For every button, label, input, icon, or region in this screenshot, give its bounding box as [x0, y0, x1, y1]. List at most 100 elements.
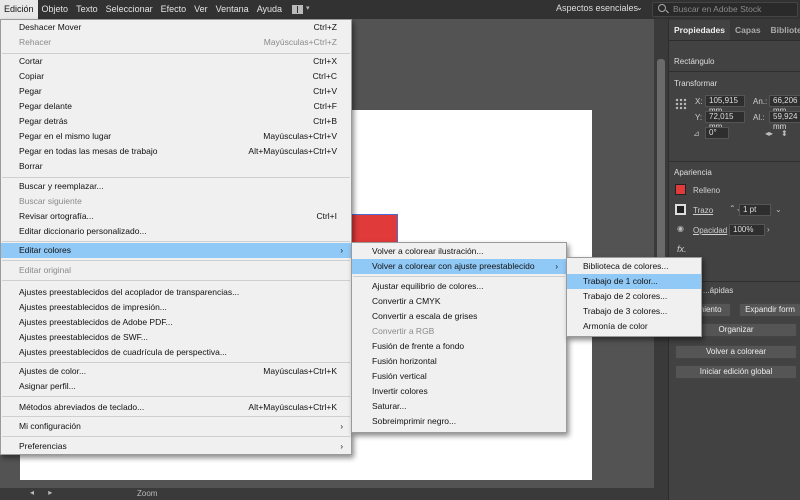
- menu-item-preferences[interactable]: Preferencias ›: [1, 439, 351, 454]
- menu-item-convert-grayscale[interactable]: Convertir a escala de grises: [352, 309, 566, 324]
- tab-capas[interactable]: Capas: [730, 20, 766, 40]
- menu-item-copy[interactable]: Copiar Ctrl+C: [1, 69, 351, 84]
- start-global-edit-button[interactable]: Iniciar edición global: [675, 365, 797, 379]
- menu-item-assign-profile[interactable]: Asignar perfil...: [1, 379, 351, 394]
- opacity-field[interactable]: 100%: [729, 224, 765, 236]
- menu-item-overprint-black[interactable]: Sobreimprimir negro...: [352, 414, 566, 429]
- menu-item-edit-original[interactable]: Editar original: [1, 263, 351, 278]
- menu-ventana[interactable]: Ventana: [212, 0, 253, 19]
- width-field[interactable]: 66,206 mm: [769, 95, 800, 115]
- x-field[interactable]: 105,915 mm: [705, 95, 745, 115]
- fill-swatch[interactable]: [675, 184, 686, 195]
- menu-item-color-harmony[interactable]: Armonía de color: [567, 319, 701, 334]
- menu-item-color-settings[interactable]: Ajustes de color... Mayúsculas+Ctrl+K: [1, 364, 351, 379]
- menu-item-paste-all-artboards[interactable]: Pegar en todas las mesas de trabajo Alt+M…: [1, 144, 351, 159]
- menu-item-blend-horizontal[interactable]: Fusión horizontal: [352, 354, 566, 369]
- menu-item-find-next[interactable]: Buscar siguiente: [1, 194, 351, 209]
- search-placeholder: Buscar en Adobe Stock: [673, 4, 762, 14]
- recolor-button[interactable]: Volver a colorear: [675, 345, 797, 359]
- search-icon: [658, 4, 666, 12]
- menu-item-blend-front-back[interactable]: Fusión de frente a fondo: [352, 339, 566, 354]
- paste-front-shortcut: Ctrl+F: [313, 101, 337, 111]
- menu-item-paste[interactable]: Pegar Ctrl+V: [1, 84, 351, 99]
- chevron-down-icon[interactable]: ⌄: [775, 205, 782, 214]
- menu-separator: [2, 416, 350, 417]
- vertical-scrollbar[interactable]: [654, 19, 668, 490]
- expand-shape-button[interactable]: Expandir form: [739, 303, 800, 317]
- pdf-presets-label: Ajustes preestablecidos de Adobe PDF...: [19, 317, 173, 327]
- zoom-label: Zoom: [137, 489, 158, 498]
- menu-item-convert-rgb[interactable]: Convertir a RGB: [352, 324, 566, 339]
- paste-all-artboards-label: Pegar en todas las mesas de trabajo: [19, 146, 158, 156]
- edit-dictionary-label: Editar diccionario personalizado...: [19, 226, 147, 236]
- menu-item-transparency-presets[interactable]: Ajustes preestablecidos del acoplador de…: [1, 285, 351, 300]
- menu-item-color-library[interactable]: Biblioteca de colores...: [567, 259, 701, 274]
- menu-texto[interactable]: Texto: [72, 0, 102, 19]
- angle-icon: ⊿: [693, 129, 700, 138]
- menu-item-2-color-job[interactable]: Trabajo de 2 colores...: [567, 289, 701, 304]
- menu-item-adjust-color-balance[interactable]: Ajustar equilibrio de colores...: [352, 279, 566, 294]
- menu-ver[interactable]: Ver: [190, 0, 212, 19]
- arrange-documents-icon[interactable]: ▾: [292, 4, 312, 16]
- chevron-right-icon[interactable]: ›: [767, 225, 770, 234]
- menu-item-1-color-job[interactable]: Trabajo de 1 color...: [567, 274, 701, 289]
- menu-item-recolor-with-preset[interactable]: Volver a colorear con ajuste preestablec…: [352, 259, 566, 274]
- scrollbar-thumb[interactable]: [657, 59, 665, 279]
- menu-item-my-settings[interactable]: Mi configuración ›: [1, 419, 351, 434]
- menu-item-saturate[interactable]: Saturar...: [352, 399, 566, 414]
- menu-item-blend-vertical[interactable]: Fusión vertical: [352, 369, 566, 384]
- menu-item-perspective-presets[interactable]: Ajustes preestablecidos de cuadrícula de…: [1, 345, 351, 360]
- menu-item-3-color-job[interactable]: Trabajo de 3 colores...: [567, 304, 701, 319]
- menu-separator: [2, 260, 350, 261]
- height-field[interactable]: 59,924 mm: [769, 111, 800, 131]
- tab-propiedades[interactable]: Propiedades: [669, 20, 731, 40]
- menu-item-edit-dictionary[interactable]: Editar diccionario personalizado...: [1, 224, 351, 239]
- stroke-swatch[interactable]: [675, 204, 686, 215]
- menu-edicion[interactable]: Edición: [0, 0, 38, 19]
- menu-item-paste-in-place[interactable]: Pegar en el mismo lugar Mayúsculas+Ctrl+V: [1, 129, 351, 144]
- menu-item-print-presets[interactable]: Ajustes preestablecidos de impresión...: [1, 300, 351, 315]
- tab-bibliotecas[interactable]: Bibliotecas: [766, 20, 800, 40]
- menu-item-clear[interactable]: Borrar: [1, 159, 351, 174]
- menu-item-spelling[interactable]: Revisar ortografía... Ctrl+I: [1, 209, 351, 224]
- recolor-with-preset-label: Volver a colorear con ajuste preestablec…: [372, 261, 535, 271]
- stock-search-input[interactable]: Buscar en Adobe Stock: [652, 2, 798, 17]
- flip-horizontal-icon[interactable]: ◂▸: [765, 129, 773, 138]
- fx-icon[interactable]: fx.: [677, 244, 687, 254]
- menu-item-paste-front[interactable]: Pegar delante Ctrl+F: [1, 99, 351, 114]
- paste-label: Pegar: [19, 86, 42, 96]
- find-next-label: Buscar siguiente: [19, 196, 82, 206]
- menu-item-convert-cmyk[interactable]: Convertir a CMYK: [352, 294, 566, 309]
- angle-field[interactable]: 0°: [705, 127, 729, 139]
- menu-objeto[interactable]: Objeto: [38, 0, 73, 19]
- spelling-shortcut: Ctrl+I: [316, 211, 337, 221]
- workspace-switcher[interactable]: Aspectos esenciales ⌄: [556, 3, 643, 13]
- object-type-label: Rectángulo: [674, 57, 715, 66]
- stroke-weight-field[interactable]: 1 pt: [739, 204, 771, 216]
- reference-point-icon[interactable]: [675, 98, 687, 110]
- menu-item-invert-colors[interactable]: Invertir colores: [352, 384, 566, 399]
- menu-seleccionar[interactable]: Seleccionar: [102, 0, 157, 19]
- menu-item-cut[interactable]: Cortar Ctrl+X: [1, 54, 351, 69]
- menu-item-find-replace[interactable]: Buscar y reemplazar...: [1, 179, 351, 194]
- menu-ayuda[interactable]: Ayuda: [253, 0, 286, 19]
- flip-vertical-icon[interactable]: ⬍: [781, 129, 788, 138]
- swf-presets-label: Ajustes preestablecidos de SWF...: [19, 332, 148, 342]
- menu-item-redo[interactable]: Rehacer Mayúsculas+Ctrl+Z: [1, 35, 351, 50]
- menu-item-paste-back[interactable]: Pegar detrás Ctrl+B: [1, 114, 351, 129]
- opacity-label[interactable]: Opacidad: [693, 226, 727, 235]
- menu-item-pdf-presets[interactable]: Ajustes preestablecidos de Adobe PDF...: [1, 315, 351, 330]
- artboard-nav-icons[interactable]: ◂ ▸: [30, 488, 58, 497]
- menu-item-recolor-artwork[interactable]: Volver a colorear ilustración...: [352, 244, 566, 259]
- menu-item-swf-presets[interactable]: Ajustes preestablecidos de SWF...: [1, 330, 351, 345]
- keyboard-shortcuts-label: Métodos abreviados de teclado...: [19, 402, 145, 412]
- menu-separator: [2, 280, 350, 281]
- menu-item-undo[interactable]: Deshacer Mover Ctrl+Z: [1, 20, 351, 35]
- menu-separator: [353, 276, 565, 277]
- cut-shortcut: Ctrl+X: [313, 56, 337, 66]
- menu-item-edit-colors[interactable]: Editar colores ›: [1, 243, 351, 258]
- menu-item-keyboard-shortcuts[interactable]: Métodos abreviados de teclado... Alt+Mayú…: [1, 400, 351, 415]
- stroke-label[interactable]: Trazo: [693, 206, 713, 215]
- y-field[interactable]: 72,015 mm: [705, 111, 745, 131]
- menu-efecto[interactable]: Efecto: [157, 0, 191, 19]
